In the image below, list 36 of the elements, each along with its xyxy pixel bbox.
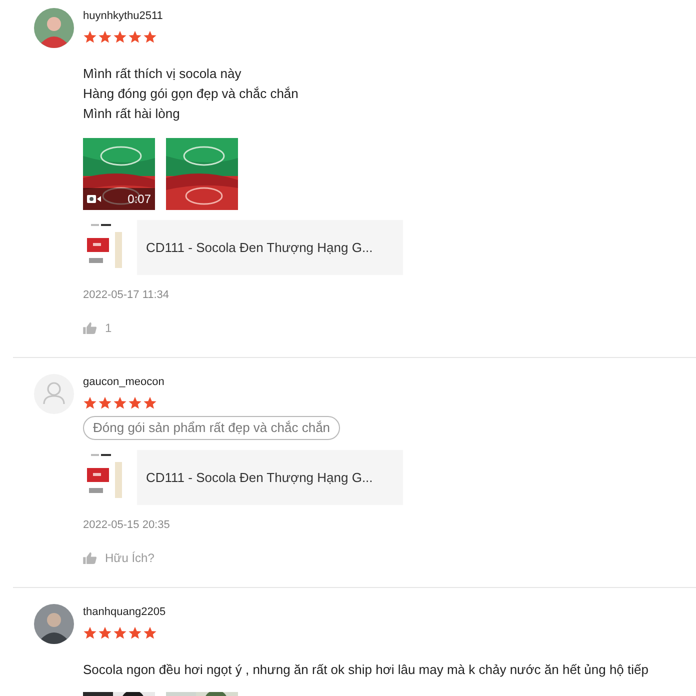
comment-text: Mình rất hài lòng (83, 105, 181, 123)
product-name: CD111 - Socola Đen Thượng Hạng G... (146, 470, 373, 485)
default-avatar-icon (34, 374, 74, 414)
comment-text: Socola ngon đều hơi ngọt ý , nhưng ăn rất ok ship hơi lâu may mà k chảy nước ăn hết ủng hộ tiếp (83, 661, 648, 679)
username: huynhkythu2511 (83, 9, 163, 23)
comment-text: Mình rất thích vị socola này (83, 65, 242, 83)
product-name: CD111 - Socola Đen Thượng Hạng G... (146, 240, 373, 255)
video-camera-icon (87, 194, 101, 204)
star-icon (98, 30, 112, 44)
star-icon (143, 396, 157, 410)
review-tag: Đóng gói sản phẩm rất đẹp và chắc chắn (83, 416, 340, 440)
star-icon (98, 396, 112, 410)
avatar (34, 8, 74, 48)
star-icon (143, 30, 157, 44)
star-icon (128, 626, 142, 640)
star-icon (113, 626, 127, 640)
thumbs-up-icon (83, 552, 97, 564)
star-icon (128, 396, 142, 410)
star-icon (83, 396, 97, 410)
video-duration: 0:07 (128, 192, 151, 206)
comment-text: Hàng đóng gói gọn đẹp và chắc chắn (83, 85, 298, 103)
username: gaucon_meocon (83, 375, 164, 389)
video-thumbnail[interactable]: 0:07 (83, 138, 155, 210)
photo-thumbnail[interactable] (166, 138, 238, 210)
thumbs-up-icon (83, 322, 97, 334)
star-icon (113, 396, 127, 410)
username: thanhquang2205 (83, 605, 166, 619)
star-icon (83, 30, 97, 44)
avatar (34, 604, 74, 644)
star-icon (143, 626, 157, 640)
star-icon (83, 626, 97, 640)
star-icon (98, 626, 112, 640)
star-icon (113, 30, 127, 44)
star-icon (128, 30, 142, 44)
review-date: 2022-05-17 11:34 (83, 289, 170, 301)
review-date: 2022-05-15 20:35 (83, 519, 170, 531)
